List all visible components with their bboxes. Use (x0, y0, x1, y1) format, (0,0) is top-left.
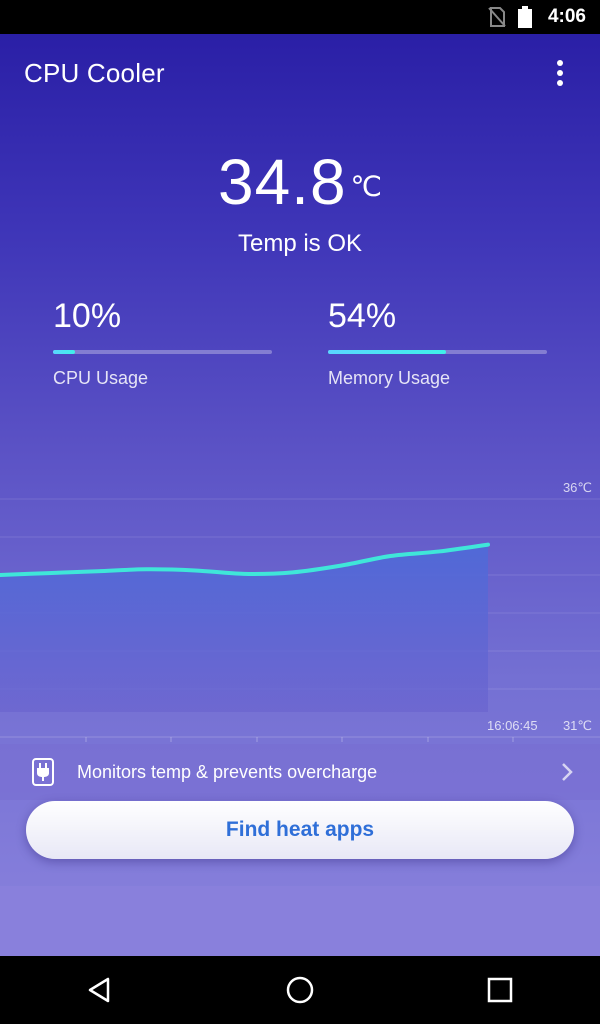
find-heat-apps-button[interactable]: Find heat apps (26, 801, 574, 859)
charge-monitor-text: Monitors temp & prevents overcharge (77, 762, 378, 782)
recents-icon[interactable] (460, 956, 540, 1024)
cpu-usage-label: CPU Usage (53, 368, 149, 388)
temperature-chart-svg (0, 498, 600, 742)
temperature-unit: ℃ (350, 171, 382, 202)
home-icon[interactable] (260, 956, 340, 1024)
status-time: 4:06 (547, 6, 586, 27)
temperature-chart: 36℃ 31℃ (0, 442, 600, 742)
cpu-usage-bar (53, 350, 272, 354)
charge-monitor-row[interactable]: Monitors temp & prevents overcharge (0, 744, 600, 800)
cpu-usage-value: 10% (53, 297, 122, 335)
cpu-usage-bar-fill (53, 350, 75, 354)
chart-y-max-label: 36℃ (562, 480, 592, 495)
temperature-status: Temp is OK (237, 230, 363, 257)
memory-usage-bar (328, 350, 547, 354)
navigation-bar (0, 956, 600, 1024)
temperature-value: 34.8 (217, 146, 347, 218)
memory-usage-meter: 54% Memory Usage (328, 296, 548, 389)
memory-usage-value: 54% (328, 297, 397, 335)
more-vert-icon[interactable] (548, 58, 572, 88)
temperature-display: 34.8 ℃ Temp is OK (0, 144, 600, 258)
app-bar: CPU Cooler (0, 34, 600, 114)
memory-usage-label: Memory Usage (328, 368, 451, 388)
status-bar: 4:06 (0, 0, 600, 34)
plug-icon (32, 758, 54, 786)
cpu-usage-meter: 10% CPU Usage (53, 296, 273, 389)
battery-icon (517, 6, 532, 28)
bottom-strip (0, 886, 600, 956)
no-sim-icon (488, 7, 506, 27)
chevron-right-icon (560, 761, 574, 783)
app-title: CPU Cooler (24, 58, 165, 88)
memory-usage-bar-fill (328, 350, 447, 354)
back-icon[interactable] (60, 956, 140, 1024)
cpu-cooler-screen: CPU Cooler 34.8 ℃ Temp is OK 10% CPU Usa… (0, 34, 600, 956)
chart-time-label: 16:06:45 (487, 718, 538, 733)
temperature-area (0, 544, 488, 712)
chart-y-min-label: 31℃ (562, 718, 592, 733)
